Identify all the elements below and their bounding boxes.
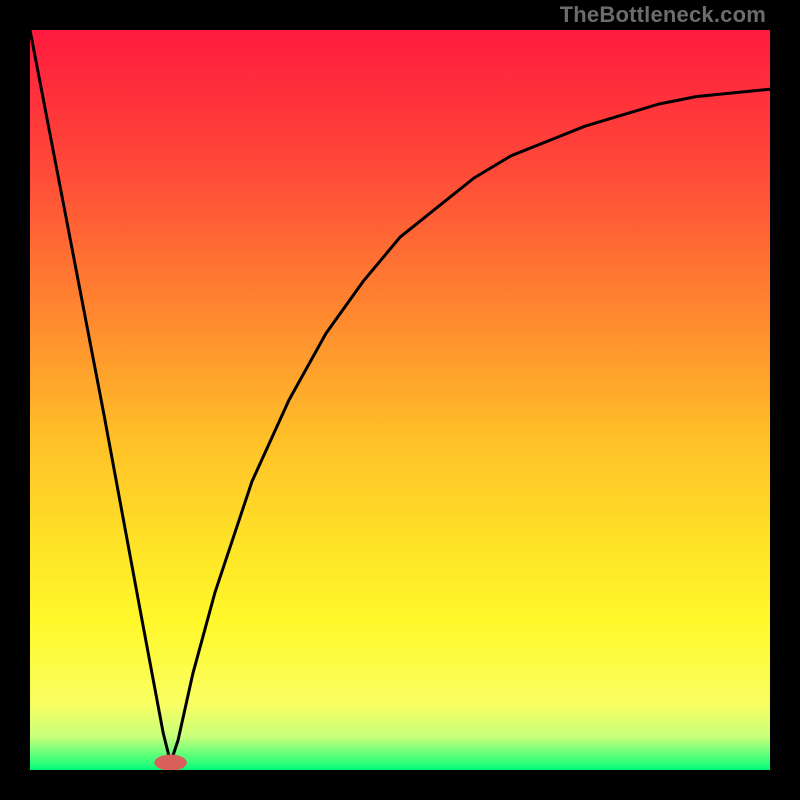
- watermark-text: TheBottleneck.com: [560, 2, 766, 28]
- plot-area: [30, 30, 770, 770]
- gradient-background: [30, 30, 770, 770]
- optimal-point-marker: [154, 754, 187, 770]
- chart-frame: TheBottleneck.com: [0, 0, 800, 800]
- plot-svg: [30, 30, 770, 770]
